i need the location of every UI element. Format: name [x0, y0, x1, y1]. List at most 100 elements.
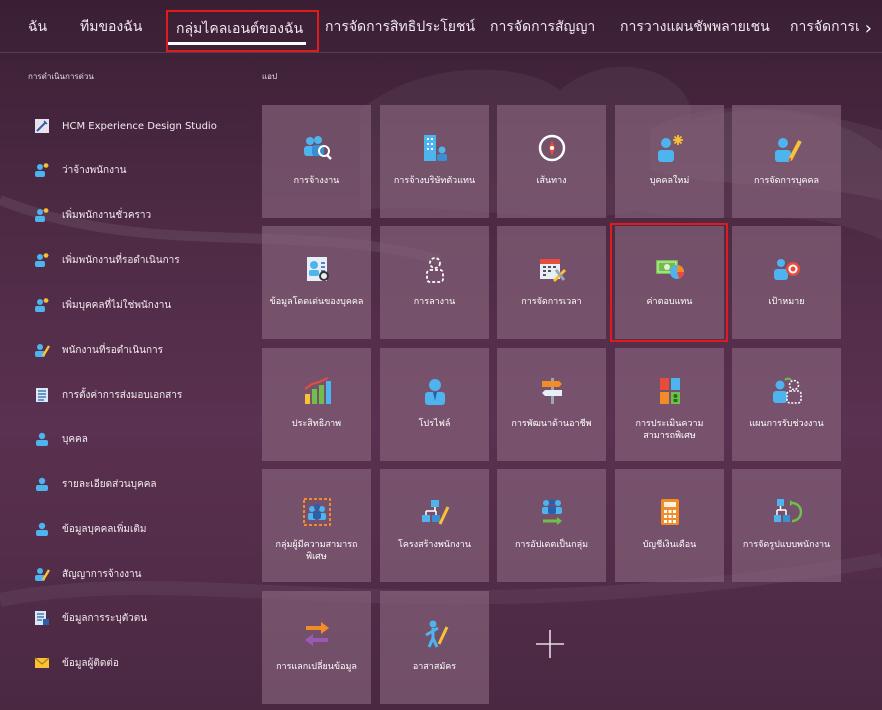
- org-structure-icon: [380, 497, 489, 527]
- tab-my-team[interactable]: ทีมของฉัน: [80, 16, 142, 38]
- tile-hiring[interactable]: การจ้างงาน: [262, 105, 371, 218]
- tile-label: การประเมินความสามารถพิเศษ: [635, 419, 704, 441]
- quick-action-contact-info[interactable]: ข้อมูลผู้ติดต่อ: [34, 655, 119, 671]
- tile-agency-hiring[interactable]: การจ้างบริษัทตัวแทน: [380, 105, 489, 218]
- quick-action-label: พนักงานที่รอดำเนินการ: [62, 344, 164, 356]
- quick-action-label: ข้อมูลผู้ติดต่อ: [62, 657, 119, 669]
- quick-action-add-nonworker[interactable]: เพิ่มบุคคลที่ไม่ใช่พนักงาน: [34, 297, 171, 313]
- goal-target-icon: [732, 254, 841, 284]
- workforce-modeling-icon: [732, 497, 841, 527]
- tile-label: การจัดการบุคคล: [753, 176, 820, 186]
- quick-action-add-pending-worker[interactable]: เพิ่มพนักงานที่รอดำเนินการ: [34, 252, 180, 268]
- active-tab-underline: [168, 42, 306, 45]
- quick-action-person[interactable]: บุคคล: [34, 431, 88, 447]
- chevron-right-icon[interactable]: ›: [865, 18, 872, 39]
- document-icon: [34, 387, 50, 403]
- tile-workforce-modeling[interactable]: การจัดรูปแบบพนักงาน: [732, 469, 841, 582]
- quick-action-hire-employee[interactable]: ว่าจ้างพนักงาน: [34, 162, 126, 178]
- person-edit-icon: [34, 566, 50, 582]
- quick-action-label: การตั้งค่าการส่งมอบเอกสาร: [62, 389, 183, 401]
- nav-divider: [0, 52, 882, 53]
- compensation-highlight-box: [610, 223, 728, 342]
- agency-icon: [380, 133, 489, 163]
- person-add-icon: [34, 207, 50, 223]
- tile-label: การพัฒนาด้านอาชีพ: [511, 419, 592, 429]
- quick-action-document-delivery[interactable]: การตั้งค่าการส่งมอบเอกสาร: [34, 387, 182, 403]
- quick-action-identification-info[interactable]: ข้อมูลการระบุตัวตน: [34, 610, 147, 626]
- tile-career-development[interactable]: การพัฒนาด้านอาชีพ: [497, 348, 606, 461]
- tile-time-management[interactable]: การจัดการเวลา: [497, 226, 606, 339]
- tile-person-spotlight[interactable]: ข้อมูลโดดเด่นของบุคคล: [262, 226, 371, 339]
- career-signpost-icon: [497, 376, 606, 406]
- person-edit-icon: [34, 342, 50, 358]
- quick-action-add-contingent-worker[interactable]: เพิ่มพนักงานชั่วคราว: [34, 207, 151, 223]
- calculator-icon: [615, 497, 724, 527]
- top-navigation: ฉัน ทีมของฉัน กลุ่มไคลเอนต์ของฉัน การจัด…: [0, 0, 882, 54]
- quick-action-label: เพิ่มบุคคลที่ไม่ใช่พนักงาน: [62, 299, 172, 311]
- tile-volunteering[interactable]: อาสาสมัคร: [380, 591, 489, 704]
- tile-mass-updates[interactable]: การอัปเดตเป็นกลุ่ม: [497, 469, 606, 582]
- person-add-icon: [34, 297, 50, 313]
- tab-contract-management[interactable]: การจัดการสัญญา: [490, 16, 595, 38]
- tile-talent-review[interactable]: การประเมินความสามารถพิเศษ: [615, 348, 724, 461]
- talent-review-icon: [615, 376, 724, 406]
- person-icon: [34, 431, 50, 447]
- tile-label: เป้าหมาย: [768, 297, 805, 307]
- quick-action-label: เพิ่มพนักงานที่รอดำเนินการ: [62, 254, 180, 266]
- compass-icon: [497, 133, 606, 163]
- tile-label: การจ้างบริษัทตัวแทน: [393, 176, 476, 186]
- quick-action-hcm-design-studio[interactable]: HCM Experience Design Studio: [34, 118, 217, 134]
- quick-action-label: เพิ่มพนักงานชั่วคราว: [62, 209, 152, 221]
- quick-action-pending-workers[interactable]: พนักงานที่รอดำเนินการ: [34, 342, 163, 358]
- hiring-icon: [262, 133, 371, 163]
- new-person-icon: [615, 133, 724, 163]
- data-exchange-icon: [262, 619, 371, 649]
- tile-goals[interactable]: เป้าหมาย: [732, 226, 841, 339]
- design-studio-icon: [34, 118, 50, 134]
- tile-label: บัญชีเงินเดือน: [642, 540, 697, 550]
- person-icon: [34, 521, 50, 537]
- tab-my-client-groups[interactable]: กลุ่มไคลเอนต์ของฉัน: [166, 10, 320, 52]
- envelope-icon: [34, 655, 50, 671]
- tile-label: การจ้างงาน: [293, 176, 340, 186]
- tile-workforce-structures[interactable]: โครงสร้างพนักงาน: [380, 469, 489, 582]
- tab-supply-chain-planning[interactable]: การวางแผนชัพพลายเชน: [620, 16, 770, 38]
- tile-label: บุคคลใหม่: [649, 176, 690, 186]
- tab-more-management[interactable]: การจัดการเ: [790, 16, 860, 38]
- tile-label: กลุ่มผู้มีความสามารถพิเศษ: [275, 540, 358, 562]
- tile-succession-plans[interactable]: แผนการรับช่วงงาน: [732, 348, 841, 461]
- tile-absence[interactable]: การลางาน: [380, 226, 489, 339]
- tile-label: ประสิทธิภาพ: [291, 419, 342, 429]
- quick-action-employment-contract[interactable]: สัญญาการจ้างงาน: [34, 566, 142, 582]
- quick-action-label: รายละเอียดส่วนบุคคล: [62, 478, 157, 490]
- person-icon: [34, 476, 50, 492]
- tile-label: โปรไฟล์: [418, 419, 451, 429]
- profile-icon: [380, 376, 489, 406]
- tile-profiles[interactable]: โปรไฟล์: [380, 348, 489, 461]
- tile-data-exchange[interactable]: การแลกเปลี่ยนข้อมูล: [262, 591, 371, 704]
- tile-talent-pools[interactable]: กลุ่มผู้มีความสามารถพิเศษ: [262, 469, 371, 582]
- tab-benefits-administration[interactable]: การจัดการสิทธิประโยชน์: [325, 16, 475, 38]
- tile-label: แผนการรับช่วงงาน: [749, 419, 824, 429]
- tile-label: การจัดการเวลา: [521, 297, 582, 307]
- tile-label: ข้อมูลโดดเด่นของบุคคล: [269, 297, 364, 307]
- tile-journeys[interactable]: เส้นทาง: [497, 105, 606, 218]
- tab-me[interactable]: ฉัน: [28, 16, 47, 38]
- talent-pool-icon: [262, 497, 371, 527]
- tile-label: การจัดรูปแบบพนักงาน: [742, 540, 831, 550]
- quick-action-label: ว่าจ้างพนักงาน: [62, 164, 127, 176]
- tile-new-person[interactable]: บุคคลใหม่: [615, 105, 724, 218]
- quick-action-personal-details[interactable]: รายละเอียดส่วนบุคคล: [34, 476, 157, 492]
- tile-person-management[interactable]: การจัดการบุคคล: [732, 105, 841, 218]
- person-add-icon: [34, 252, 50, 268]
- tile-payroll[interactable]: บัญชีเงินเดือน: [615, 469, 724, 582]
- person-add-icon: [34, 162, 50, 178]
- quick-action-additional-person-info[interactable]: ข้อมูลบุคคลเพิ่มเติม: [34, 521, 147, 537]
- tile-label: การลางาน: [413, 297, 456, 307]
- quick-action-label: บุคคล: [62, 433, 88, 445]
- tile-performance[interactable]: ประสิทธิภาพ: [262, 348, 371, 461]
- plus-icon[interactable]: [530, 624, 570, 664]
- quick-action-label: ข้อมูลการระบุตัวตน: [62, 612, 148, 624]
- volunteer-icon: [380, 619, 489, 649]
- quick-action-label: HCM Experience Design Studio: [62, 120, 217, 132]
